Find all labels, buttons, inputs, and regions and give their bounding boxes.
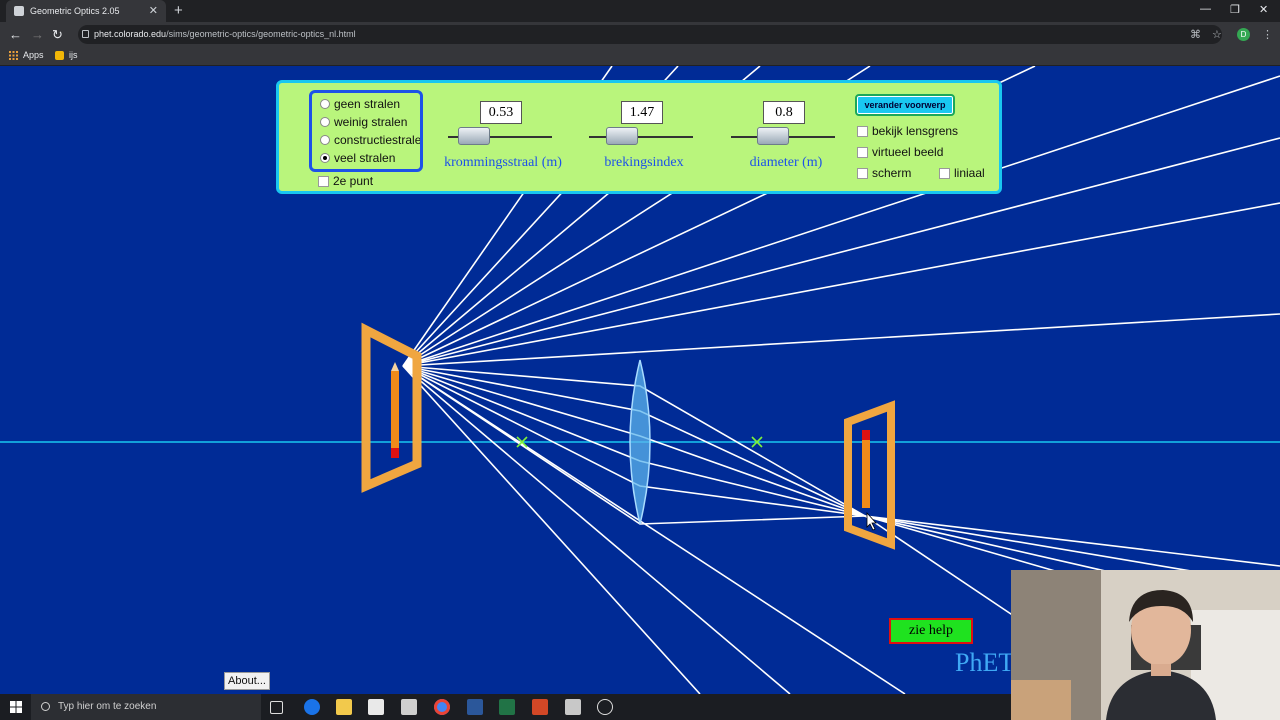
change-object-button[interactable]: verander voorwerp: [855, 94, 955, 116]
radio-constructiestralen[interactable]: constructiestralen: [320, 133, 423, 147]
checkbox-liniaal[interactable]: liniaal: [939, 166, 985, 180]
window-close-icon[interactable]: ✕: [1259, 3, 1268, 16]
slider-thumb[interactable]: [757, 127, 789, 145]
task-view-icon[interactable]: [270, 701, 283, 714]
app-icon[interactable]: [565, 699, 581, 715]
windows-taskbar: Typ hier om te zoeken: [0, 694, 1011, 720]
object-pencil[interactable]: [391, 371, 399, 451]
checkbox-box[interactable]: [857, 167, 868, 179]
search-icon: [41, 702, 50, 711]
apps-grid-icon: [9, 50, 18, 60]
new-tab-icon[interactable]: +: [174, 2, 183, 19]
restore-icon[interactable]: ❐: [1230, 3, 1240, 16]
checkbox-box[interactable]: [857, 125, 868, 137]
file-explorer-icon[interactable]: [336, 699, 352, 715]
radio-label: veel stralen: [334, 151, 396, 165]
checkbox-scherm[interactable]: scherm: [857, 166, 911, 180]
control-panel: geen stralen weinig stralen constructies…: [276, 80, 1002, 194]
browser-tab-bar: Geometric Optics 2.05 ✕ + — ❐ ✕: [0, 0, 1280, 22]
about-button[interactable]: About...: [224, 672, 270, 690]
checkbox-label: scherm: [872, 166, 912, 180]
mouse-cursor-icon: [866, 511, 877, 531]
radio-dot[interactable]: [320, 117, 330, 127]
bookmark-apps[interactable]: Apps: [9, 50, 44, 60]
slider-krommingsstraal: 0.53 krommingsstraal (m): [438, 101, 568, 170]
search-placeholder: Typ hier om te zoeken: [58, 701, 157, 712]
image-pencil: [862, 436, 870, 508]
radio-dot[interactable]: [320, 135, 330, 145]
mail-icon[interactable]: [401, 699, 417, 715]
checkbox-box[interactable]: [939, 167, 950, 179]
settings-gear-icon[interactable]: [597, 699, 613, 715]
pencil-tip: [391, 362, 399, 371]
checkbox-label: bekijk lensgrens: [872, 124, 959, 138]
radio-label: constructiestralen: [334, 133, 423, 147]
lens[interactable]: [629, 359, 651, 525]
help-button[interactable]: zie help: [889, 618, 973, 644]
powerpoint-icon[interactable]: [532, 699, 548, 715]
checkbox-box[interactable]: [318, 175, 329, 187]
slider-value[interactable]: 1.47: [621, 101, 663, 124]
phet-logo: PhET: [955, 648, 1015, 677]
bookmark-star-icon[interactable]: ☆: [1212, 28, 1222, 41]
back-icon[interactable]: ←: [9, 27, 22, 42]
bookmarks-bar: Apps ijs: [0, 47, 1280, 66]
slider-label: diameter (m): [749, 155, 823, 170]
checkbox-box[interactable]: [857, 146, 868, 158]
chrome-icon[interactable]: [434, 699, 450, 715]
slider-brekingsindex: 1.47 brekingsindex: [579, 101, 709, 170]
url-host: phet.colorado.edu: [94, 29, 167, 39]
pencil-eraser: [391, 448, 399, 458]
radio-veel-stralen[interactable]: veel stralen: [320, 151, 395, 165]
checkbox-2e-punt[interactable]: 2e punt: [318, 174, 373, 188]
taskbar-search[interactable]: Typ hier om te zoeken: [31, 694, 261, 720]
checkbox-virtueel-beeld[interactable]: virtueel beeld: [857, 145, 943, 159]
slider-track[interactable]: [589, 136, 693, 138]
profile-avatar[interactable]: D: [1237, 28, 1250, 41]
browser-toolbar: ← → ↻ phet.colorado.edu/sims/geometric-o…: [0, 22, 1280, 47]
checkbox-bekijk-lensgrens[interactable]: bekijk lensgrens: [857, 124, 958, 138]
bookmark-ijs[interactable]: ijs: [55, 50, 78, 60]
forward-icon[interactable]: →: [31, 27, 44, 42]
lock-icon: [82, 30, 89, 38]
bookmark-favicon-icon: [55, 50, 64, 60]
bookmark-label: Apps: [23, 50, 44, 60]
word-icon[interactable]: [467, 699, 483, 715]
slider-thumb[interactable]: [458, 127, 490, 145]
slider-value[interactable]: 0.53: [480, 101, 522, 124]
ray-options-group: geen stralen weinig stralen constructies…: [309, 90, 423, 172]
radio-geen-stralen[interactable]: geen stralen: [320, 97, 400, 111]
browser-tab[interactable]: Geometric Optics 2.05 ✕: [6, 0, 166, 22]
translate-icon[interactable]: ⌘: [1190, 28, 1201, 41]
reload-icon[interactable]: ↻: [52, 27, 63, 43]
store-icon[interactable]: [368, 699, 384, 715]
checkbox-label: liniaal: [954, 166, 985, 180]
windows-start-icon[interactable]: [10, 701, 22, 713]
edge-icon[interactable]: [304, 699, 320, 715]
radio-dot[interactable]: [320, 99, 330, 109]
image-pencil-eraser: [862, 430, 870, 440]
radio-dot-selected[interactable]: [320, 153, 330, 163]
webcam-person-image: [1011, 570, 1280, 720]
radio-weinig-stralen[interactable]: weinig stralen: [320, 115, 407, 129]
radio-label: geen stralen: [334, 97, 401, 111]
tab-title: Geometric Optics 2.05: [30, 6, 120, 16]
checkbox-label: virtueel beeld: [872, 145, 944, 159]
phet-favicon-icon: [14, 6, 24, 16]
slider-diameter: 0.8 diameter (m): [721, 101, 851, 170]
menu-icon[interactable]: ⋮: [1262, 28, 1273, 41]
webcam-overlay: [1011, 570, 1280, 720]
excel-icon[interactable]: [499, 699, 515, 715]
radio-label: weinig stralen: [334, 115, 408, 129]
close-tab-icon[interactable]: ✕: [149, 4, 158, 17]
checkbox-label: 2e punt: [333, 174, 374, 188]
slider-thumb[interactable]: [606, 127, 638, 145]
minimize-icon[interactable]: —: [1200, 3, 1211, 15]
url-path: /sims/geometric-optics/geometric-optics_…: [166, 29, 356, 39]
slider-value[interactable]: 0.8: [763, 101, 805, 124]
bookmark-label: ijs: [69, 50, 78, 60]
address-bar[interactable]: phet.colorado.edu/sims/geometric-optics/…: [78, 25, 1222, 44]
